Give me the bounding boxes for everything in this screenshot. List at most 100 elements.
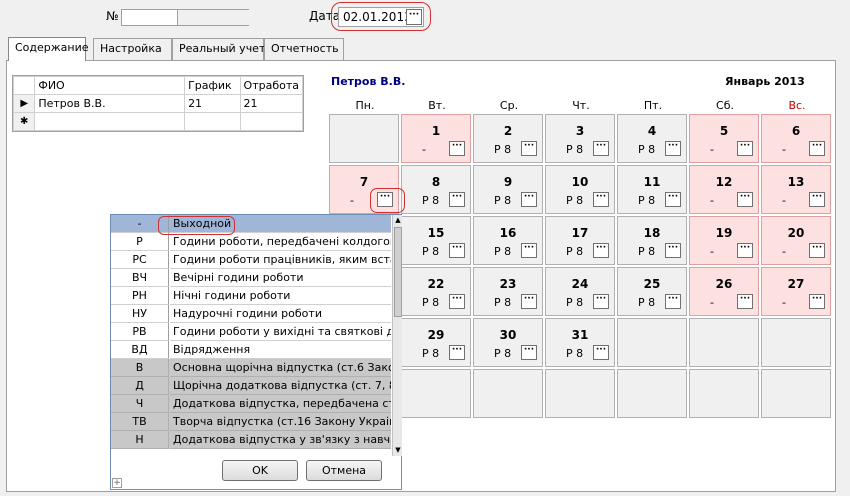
new-cell-fio[interactable] [34, 112, 186, 131]
day-edit-button[interactable]: ··· [809, 192, 825, 207]
day-edit-button[interactable]: ··· [521, 345, 537, 360]
cell-schedule[interactable]: 21 [184, 94, 241, 113]
day-edit-button[interactable]: ··· [449, 294, 465, 309]
calendar-day-cell[interactable]: 12- ··· [689, 165, 759, 214]
day-edit-button[interactable]: ··· [737, 294, 753, 309]
calendar-day-cell[interactable]: 8 Р 8 ··· [401, 165, 471, 214]
day-edit-button[interactable]: ··· [593, 294, 609, 309]
list-item[interactable]: ВД Відрядження [111, 341, 391, 359]
day-edit-button[interactable]: ··· [521, 243, 537, 258]
calendar-day-cell[interactable]: 15 Р 8 ··· [401, 216, 471, 265]
calendar-day-cell[interactable]: 24 Р 8 ··· [545, 267, 615, 316]
list-item[interactable]: Д Щорічна додаткова відпустка (ст. 7, 8 З [111, 377, 391, 395]
calendar-day-cell[interactable]: 31 Р 8 ··· [545, 318, 615, 367]
calendar-day-cell[interactable]: 27- ··· [761, 267, 831, 316]
calendar-day-cell[interactable] [617, 369, 687, 418]
day-edit-button[interactable]: ··· [449, 345, 465, 360]
calendar-day-cell[interactable]: 22 Р 8 ··· [401, 267, 471, 316]
calendar-day-cell[interactable] [617, 318, 687, 367]
day-edit-button[interactable]: ··· [521, 141, 537, 156]
calendar-day-cell[interactable]: 10 Р 8 ··· [545, 165, 615, 214]
code-list-scrollbar[interactable]: ▲ ▼ [392, 215, 402, 456]
calendar-day-cell[interactable]: 29 Р 8 ··· [401, 318, 471, 367]
list-item[interactable]: Р Години роботи, передбачені колдогов [111, 233, 391, 251]
column-header-fio[interactable]: ФИО [34, 76, 186, 95]
calendar-day-cell[interactable]: 16 Р 8 ··· [473, 216, 543, 265]
new-cell-worked[interactable] [239, 112, 304, 131]
scroll-down-icon[interactable]: ▼ [393, 445, 403, 456]
list-item[interactable]: Ч Додаткова відпустка, передбачена ст. [111, 395, 391, 413]
table-row[interactable]: ▶ Петров В.В. 21 21 [12, 94, 304, 113]
calendar-day-cell[interactable] [329, 114, 399, 163]
scroll-thumb[interactable] [394, 227, 402, 317]
day-edit-button[interactable]: ··· [665, 294, 681, 309]
calendar-day-cell[interactable]: 25 Р 8 ··· [617, 267, 687, 316]
day-edit-button[interactable]: ··· [449, 141, 465, 156]
day-edit-button[interactable]: ··· [737, 192, 753, 207]
new-cell-schedule[interactable] [184, 112, 241, 131]
calendar-day-cell[interactable] [545, 369, 615, 418]
day-edit-button[interactable]: ··· [809, 294, 825, 309]
calendar-day-cell[interactable]: 2 Р 8 ··· [473, 114, 543, 163]
calendar-day-cell[interactable]: 5- ··· [689, 114, 759, 163]
list-item[interactable]: РС Години роботи працівників, яким встан [111, 251, 391, 269]
day-edit-button[interactable]: ··· [593, 192, 609, 207]
column-header-schedule[interactable]: График [184, 76, 241, 95]
list-item[interactable]: НУ Надурочні години роботи [111, 305, 391, 323]
calendar-day-cell[interactable]: 9 Р 8 ··· [473, 165, 543, 214]
tab-real-accounting[interactable]: Реальный учет [172, 38, 265, 60]
code-list[interactable]: - Выходной Р Години роботи, передбачені кол… [111, 215, 391, 456]
tab-reports[interactable]: Отчетность [264, 38, 344, 60]
list-item[interactable]: ВЧ Вечірні години роботи [111, 269, 391, 287]
calendar-day-cell[interactable]: 26- ··· [689, 267, 759, 316]
calendar-day-cell[interactable] [689, 318, 759, 367]
day-edit-button[interactable]: ··· [521, 192, 537, 207]
calendar-day-cell[interactable]: 13- ··· [761, 165, 831, 214]
calendar-day-cell[interactable]: 23 Р 8 ··· [473, 267, 543, 316]
new-row[interactable]: ✱ [12, 112, 304, 131]
calendar-day-cell[interactable]: 19- ··· [689, 216, 759, 265]
day-edit-button[interactable]: ··· [737, 243, 753, 258]
list-item[interactable]: Н Додаткова відпустка у зв'язку з навча [111, 431, 391, 449]
calendar-day-cell[interactable] [689, 369, 759, 418]
calendar-day-cell[interactable] [473, 369, 543, 418]
cancel-button[interactable]: Отмена [306, 460, 382, 481]
cell-worked[interactable]: 21 [239, 94, 304, 113]
calendar-day-cell[interactable]: 6- ··· [761, 114, 831, 163]
calendar-day-cell[interactable] [761, 369, 831, 418]
calendar-day-cell[interactable]: 17 Р 8 ··· [545, 216, 615, 265]
tab-content[interactable]: Содержание [8, 37, 89, 61]
day-edit-button[interactable]: ··· [593, 141, 609, 156]
calendar-day-cell[interactable]: 1- ··· [401, 114, 471, 163]
day-edit-button[interactable]: ··· [665, 192, 681, 207]
calendar-day-cell[interactable] [401, 369, 471, 418]
calendar-day-cell[interactable] [761, 318, 831, 367]
day-edit-button[interactable]: ··· [593, 345, 609, 360]
list-item[interactable]: ТВ Творча відпустка (ст.16 Закону Украін [111, 413, 391, 431]
day-edit-button[interactable]: ··· [449, 192, 465, 207]
number-field-suffix[interactable] [177, 10, 249, 25]
list-item[interactable]: - Выходной [111, 215, 391, 233]
calendar-day-cell[interactable]: 4 Р 8 ··· [617, 114, 687, 163]
calendar-day-cell[interactable]: 30 Р 8 ··· [473, 318, 543, 367]
list-item[interactable]: РН Нічні години роботи [111, 287, 391, 305]
scroll-up-icon[interactable]: ▲ [393, 215, 403, 226]
day-edit-button[interactable]: ··· [737, 141, 753, 156]
day-edit-button[interactable]: ··· [665, 141, 681, 156]
list-item[interactable]: РВ Години роботи у вихідні та святкові дн… [111, 323, 391, 341]
calendar-day-cell[interactable]: 20- ··· [761, 216, 831, 265]
day-edit-button[interactable]: ··· [809, 141, 825, 156]
ok-button[interactable]: OK [222, 460, 298, 481]
list-item[interactable]: В Основна щорічна відпустка (ст.6 Зако [111, 359, 391, 377]
day-edit-button[interactable]: ··· [665, 243, 681, 258]
day-edit-button[interactable]: ··· [593, 243, 609, 258]
day-edit-button[interactable]: ··· [521, 294, 537, 309]
calendar-day-cell[interactable]: 18 Р 8 ··· [617, 216, 687, 265]
tab-settings[interactable]: Настройка [93, 38, 172, 60]
column-header-worked[interactable]: Отработа [239, 76, 304, 95]
cell-fio[interactable]: Петров В.В. [34, 94, 186, 113]
calendar-day-cell[interactable]: 11 Р 8 ··· [617, 165, 687, 214]
calendar-day-cell[interactable]: 3 Р 8 ··· [545, 114, 615, 163]
day-edit-button[interactable]: ··· [809, 243, 825, 258]
day-edit-button[interactable]: ··· [449, 243, 465, 258]
